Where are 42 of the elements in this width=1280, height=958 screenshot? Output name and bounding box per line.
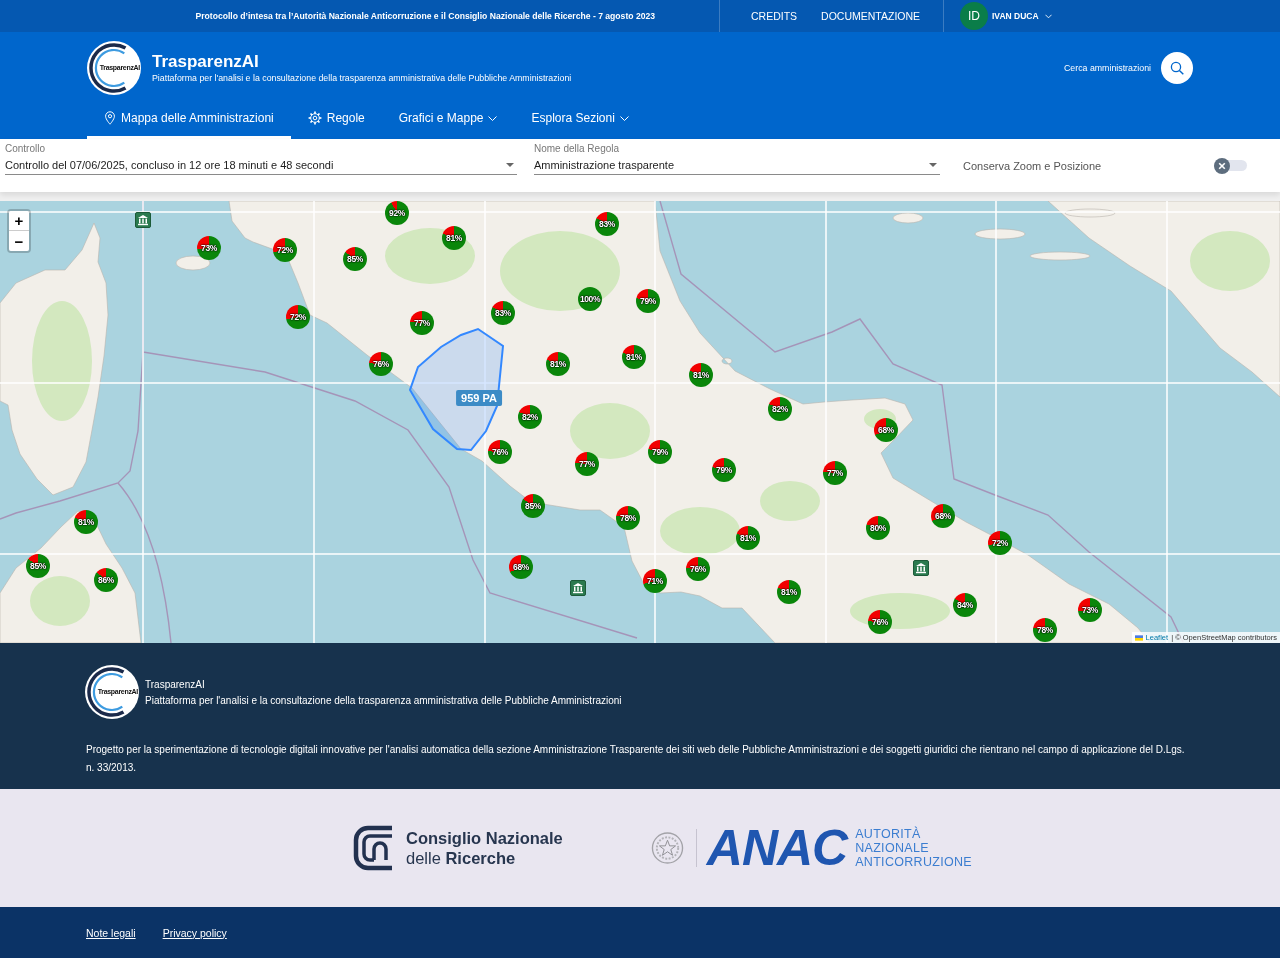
project-description: Progetto per la sperimentazione di tecnologie digitali innovative per l'analisi automatica della sezione Amministrazione Trasparente dei siti web delle Pubbliche Amministrazioni e dei soggetti giuridici che rientrano nel campo di applicazione del D.Lgs. n. 33/2013.: [86, 743, 1186, 775]
count-tooltip: 959 PA: [456, 390, 502, 406]
dropdown-caret-icon: [929, 162, 937, 167]
zoom-out-button[interactable]: −: [9, 231, 29, 251]
flag-icon: [1134, 634, 1143, 641]
site-title[interactable]: TrasparenzAI: [152, 52, 572, 72]
x-icon: [1214, 157, 1230, 174]
cnr-wordmark: Consiglio Nazionale delle Ricerche: [406, 828, 563, 868]
top-link[interactable]: CREDITS: [751, 10, 798, 22]
nav-tab[interactable]: Grafici e Mappe: [381, 100, 515, 139]
user-avatar: ID: [960, 2, 988, 30]
toggle-switch[interactable]: [1214, 157, 1247, 174]
map-drawing[interactable]: [0, 201, 1280, 643]
dropdown-caret-icon: [506, 162, 514, 167]
search-button[interactable]: [1161, 52, 1193, 84]
protocol-notice: Protocollo d’intesa tra l’Autorità Nazionale Anticorruzione e il Consiglio Nazionale delle Ricerche - 7 agosto 2023: [195, 11, 655, 21]
zoom-in-button[interactable]: +: [9, 211, 29, 231]
user-menu-button[interactable]: IVAN DUCA: [992, 11, 1052, 21]
footer-title: TrasparenzAI: [145, 678, 206, 690]
nav-tab[interactable]: Regole: [290, 100, 382, 139]
building-icon[interactable]: [135, 212, 151, 228]
footer-subtitle: Piattaforma per l'analisi e la consultazione della trasparenza amministrativa delle Pubbliche Amministrazioni: [145, 694, 622, 706]
gear-icon: [307, 111, 322, 125]
legal-link[interactable]: Privacy policy: [162, 926, 227, 939]
building-icon[interactable]: [913, 560, 929, 576]
site-subtitle: Piattaforma per l'analisi e la consultazione della trasparenza amministrativa delle Pubbliche Amministrazioni: [152, 73, 572, 84]
search-label[interactable]: Cerca amministrazioni: [1064, 63, 1151, 73]
building-icon[interactable]: [570, 580, 586, 596]
anac-wordmark: ANAC: [706, 823, 848, 873]
anac-name-text: AUTORITÀ NAZIONALE ANTICORRUZIONE: [855, 827, 972, 869]
select-field[interactable]: Nome della Regola Amministrazione trasparente: [534, 143, 940, 175]
top-link[interactable]: DOCUMENTAZIONE: [821, 10, 921, 22]
star-emblem-icon: [650, 830, 684, 866]
chevron-down-icon: [619, 115, 629, 121]
search-icon: [1170, 61, 1184, 75]
pin-icon: [104, 111, 116, 125]
nav-tab[interactable]: Esplora Sezioni: [514, 100, 646, 139]
select-field[interactable]: Controllo Controllo del 07/06/2025, concluso in 12 ore 18 minuti e 48 secondi: [5, 143, 517, 175]
toggle-label: Conserva Zoom e Posizione: [963, 159, 1102, 172]
chevron-down-icon: [488, 115, 498, 121]
legal-link[interactable]: Note legali: [86, 926, 136, 939]
chevron-down-icon: [1044, 13, 1052, 19]
